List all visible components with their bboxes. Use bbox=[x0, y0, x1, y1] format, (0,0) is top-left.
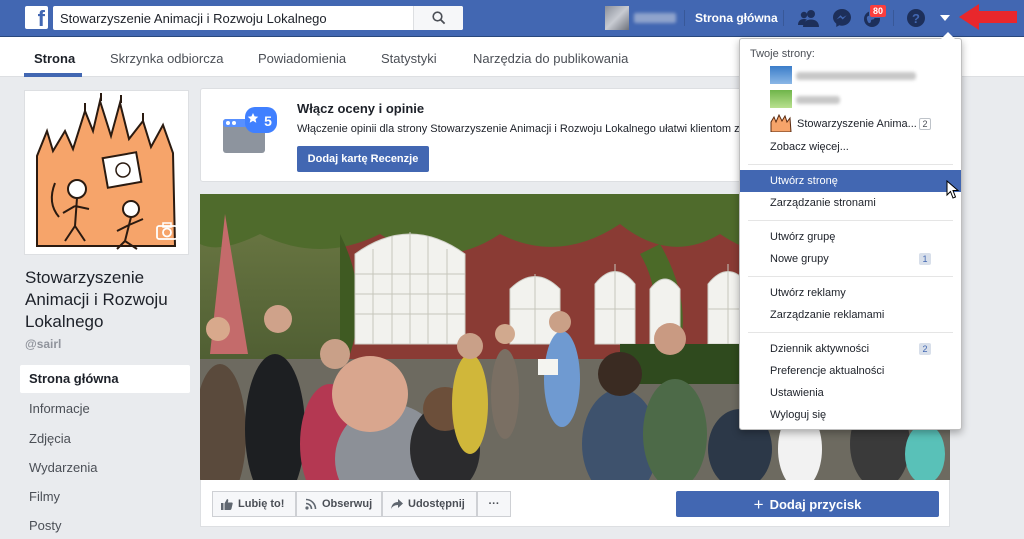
user-avatar[interactable] bbox=[605, 6, 629, 30]
leftnav-item-photos[interactable]: Zdjęcia bbox=[20, 424, 190, 453]
new-groups-menu-item[interactable]: Nowe grupy 1 bbox=[740, 248, 961, 270]
nav-divider bbox=[684, 10, 685, 26]
add-button-label: Dodaj przycisk bbox=[769, 496, 862, 512]
reviews-card-title: Włącz oceny i opinie bbox=[297, 101, 425, 116]
create-ads-menu-item[interactable]: Utwórz reklamy bbox=[740, 282, 961, 304]
svg-text:5: 5 bbox=[264, 113, 272, 129]
dropdown-separator bbox=[748, 332, 953, 333]
leftnav-item-posts[interactable]: Posty bbox=[20, 511, 190, 539]
reviews-card-description: Włączenie opinii dla strony Stowarzyszen… bbox=[297, 123, 740, 135]
messenger-icon[interactable] bbox=[830, 6, 854, 30]
user-name-blurred[interactable] bbox=[634, 13, 676, 23]
page-name-blurred[interactable] bbox=[796, 96, 840, 104]
more-ellipsis-icon: ··· bbox=[488, 498, 500, 510]
friend-requests-icon[interactable] bbox=[797, 6, 821, 30]
page-thumbnail[interactable] bbox=[770, 90, 792, 108]
page-left-nav: Strona główna Informacje Zdjęcia Wydarze… bbox=[20, 365, 190, 539]
tab-inbox[interactable]: Skrzynka odbiorcza bbox=[110, 51, 223, 66]
page-title[interactable]: Stowarzyszenie Animacji i Rozwoju Lokaln… bbox=[25, 267, 195, 333]
notification-count-badge: 80 bbox=[869, 4, 888, 18]
news-feed-preferences-menu-item[interactable]: Preferencje aktualności bbox=[740, 360, 961, 382]
more-options-button[interactable]: ··· bbox=[477, 491, 511, 517]
dropdown-page-label: Stowarzyszenie Anima... bbox=[797, 118, 917, 130]
dropdown-separator bbox=[748, 276, 953, 277]
share-button-label: Udostępnij bbox=[408, 498, 465, 510]
new-groups-label: Nowe grupy bbox=[770, 253, 829, 265]
account-menu-chevron-down-icon[interactable] bbox=[933, 6, 957, 30]
share-button[interactable]: Udostępnij bbox=[382, 491, 477, 517]
new-groups-badge: 1 bbox=[919, 253, 931, 265]
add-reviews-tab-button[interactable]: Dodaj kartę Recenzje bbox=[297, 146, 429, 172]
search-input[interactable] bbox=[53, 6, 413, 30]
facebook-logo-icon[interactable]: f bbox=[25, 6, 48, 29]
active-tab-indicator bbox=[24, 73, 82, 77]
search-icon bbox=[431, 11, 445, 25]
dropdown-caret bbox=[941, 32, 955, 39]
tab-notifications[interactable]: Powiadomienia bbox=[258, 51, 346, 66]
help-icon[interactable]: ? bbox=[904, 6, 928, 30]
manage-pages-menu-item[interactable]: Zarządzanie stronami bbox=[740, 192, 961, 214]
page-notification-badge: 2 bbox=[919, 118, 931, 130]
leftnav-item-about[interactable]: Informacje bbox=[20, 394, 190, 423]
create-group-menu-item[interactable]: Utwórz grupę bbox=[740, 226, 961, 248]
page-handle[interactable]: @sairl bbox=[25, 337, 61, 351]
svg-text:?: ? bbox=[912, 11, 920, 26]
see-more-pages-link[interactable]: Zobacz więcej... bbox=[740, 136, 961, 158]
dropdown-page-sairl[interactable]: Stowarzyszenie Anima... 2 bbox=[740, 113, 961, 135]
leftnav-item-home[interactable]: Strona główna bbox=[20, 365, 190, 393]
page-action-bar: Lubię to! Obserwuj Udostępnij ··· + Doda… bbox=[200, 480, 950, 527]
page-thumbnail[interactable] bbox=[770, 66, 792, 84]
search-box bbox=[53, 6, 463, 30]
like-button-label: Lubię to! bbox=[238, 498, 285, 510]
add-button-button[interactable]: + Dodaj przycisk bbox=[676, 491, 939, 517]
dropdown-separator bbox=[748, 164, 953, 165]
thumbs-up-icon bbox=[221, 499, 233, 510]
log-out-menu-item[interactable]: Wyloguj się bbox=[740, 404, 961, 426]
follow-button-label: Obserwuj bbox=[322, 498, 373, 510]
page-name-blurred[interactable] bbox=[796, 72, 916, 80]
activity-log-badge: 2 bbox=[919, 343, 931, 355]
top-bar: f Strona główna 80 ? bbox=[0, 0, 1024, 37]
home-link[interactable]: Strona główna bbox=[695, 11, 778, 25]
settings-menu-item[interactable]: Ustawienia bbox=[740, 382, 961, 404]
reviews-star-icon: 5 bbox=[223, 107, 277, 153]
share-arrow-icon bbox=[391, 499, 403, 509]
annotation-arrow-icon bbox=[959, 4, 1017, 30]
tab-insights[interactable]: Statystyki bbox=[381, 51, 437, 66]
camera-icon[interactable] bbox=[156, 222, 178, 240]
manage-ads-menu-item[interactable]: Zarządzanie reklamami bbox=[740, 304, 961, 326]
plus-icon: + bbox=[753, 494, 764, 514]
account-dropdown-menu: Twoje strony: Stowarzyszenie Anima... 2 … bbox=[739, 32, 962, 430]
your-pages-header: Twoje strony: bbox=[750, 48, 815, 60]
search-button[interactable] bbox=[413, 6, 463, 30]
activity-log-label: Dziennik aktywności bbox=[770, 343, 870, 355]
leftnav-item-videos[interactable]: Filmy bbox=[20, 482, 190, 511]
dropdown-separator bbox=[748, 220, 953, 221]
activity-log-menu-item[interactable]: Dziennik aktywności 2 bbox=[740, 338, 961, 360]
nav-divider bbox=[783, 10, 784, 26]
tab-publishing-tools[interactable]: Narzędzia do publikowania bbox=[473, 51, 628, 66]
leftnav-item-events[interactable]: Wydarzenia bbox=[20, 453, 190, 482]
mouse-pointer-icon bbox=[946, 180, 960, 199]
rss-follow-icon bbox=[305, 498, 317, 510]
follow-button[interactable]: Obserwuj bbox=[296, 491, 382, 517]
nav-divider bbox=[893, 10, 894, 26]
like-button[interactable]: Lubię to! bbox=[212, 491, 296, 517]
create-page-menu-item[interactable]: Utwórz stronę bbox=[740, 170, 961, 192]
tab-page[interactable]: Strona bbox=[34, 51, 75, 66]
